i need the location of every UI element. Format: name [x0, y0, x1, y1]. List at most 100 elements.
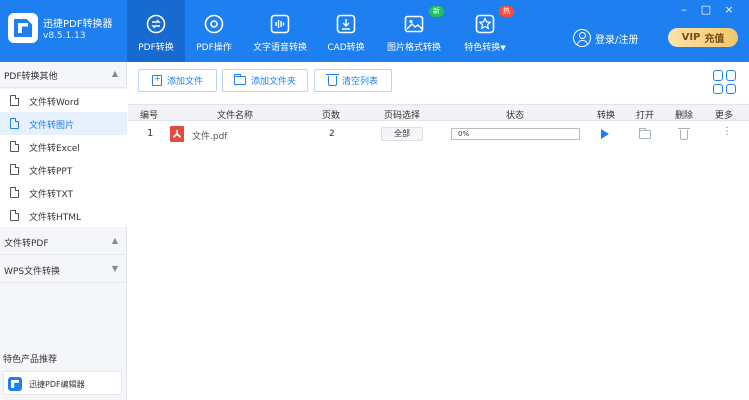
page-range-select[interactable]: 全部	[381, 127, 423, 141]
sidebar-item-to-excel[interactable]: 文件转Excel	[0, 135, 127, 158]
tab-cad-convert-label: CAD转换	[327, 43, 365, 53]
login-register-label: 登录/注册	[595, 34, 639, 46]
add-file-icon	[151, 74, 162, 86]
sidebar-item-to-ppt[interactable]: 文件转PPT	[0, 158, 127, 181]
restore-button[interactable]: □	[699, 4, 713, 16]
file-icon	[10, 164, 19, 175]
tab-featured-convert-label: 特色转换▼	[455, 40, 515, 53]
chevron-down-icon: ▼	[500, 44, 506, 52]
sidebar-group-title: PDF转换其他	[4, 72, 58, 82]
progress-text: 0%	[458, 130, 470, 138]
pdf-editor-icon	[8, 377, 22, 391]
column-header-delete: 删除	[674, 111, 694, 121]
recharge-label: 充值	[704, 34, 725, 45]
tab-cad-convert[interactable]: CAD转换	[319, 0, 373, 62]
swap-icon	[146, 14, 166, 34]
file-icon	[10, 118, 19, 129]
file-icon	[10, 95, 19, 106]
sidebar-group-file-to-pdf[interactable]: 文件转PDF ▲	[0, 229, 127, 255]
clear-list-button[interactable]: 清空列表	[314, 69, 392, 92]
row-file-name: 文件.pdf	[192, 132, 228, 142]
sidebar-item-to-txt[interactable]: 文件转TXT	[0, 181, 127, 204]
sidebar-item-to-html[interactable]: 文件转HTML	[0, 204, 127, 227]
audio-wave-icon	[270, 14, 290, 34]
top-bar: 迅捷PDF转换器 v8.5.1.13 PDF转换 PDF操作 文字语音转换 CA…	[0, 0, 749, 62]
star-icon	[475, 14, 495, 34]
sidebar-item-label: 文件转PPT	[29, 167, 73, 177]
folder-open-icon[interactable]	[639, 128, 651, 139]
close-button[interactable]: ×	[722, 4, 736, 16]
hot-badge: 热	[499, 6, 514, 17]
chevron-up-icon: ▲	[111, 69, 118, 78]
file-icon	[10, 210, 19, 221]
file-table-header: 编号 文件名称 页数 页码选择 状态 转换 打开 删除 更多	[128, 104, 749, 121]
sidebar-item-label: 文件转HTML	[29, 213, 82, 223]
tab-text-speech-label: 文字语音转换	[252, 43, 307, 53]
vip-recharge-button[interactable]: VIP 充值	[668, 28, 738, 47]
tab-featured-convert-text: 特色转换	[464, 43, 501, 53]
column-header-pages: 页数	[321, 111, 341, 121]
tab-image-format-label: 图片格式转换	[386, 43, 441, 53]
play-icon[interactable]	[601, 129, 609, 139]
tab-image-format[interactable]: 新 图片格式转换	[381, 0, 447, 62]
conversion-progress-bar: 0%	[451, 128, 580, 140]
app-logo-icon	[8, 13, 38, 43]
tab-pdf-operations[interactable]: PDF操作	[185, 0, 243, 62]
sidebar-item-to-image[interactable]: 文件转图片	[0, 112, 127, 135]
user-icon	[573, 29, 591, 47]
more-vertical-icon[interactable]: ⋮	[722, 127, 732, 137]
vip-label: VIP	[681, 32, 701, 43]
add-folder-button[interactable]: 添加文件夹	[222, 69, 308, 92]
sidebar: PDF转换其他 ▲ 文件转Word 文件转图片 文件转Excel 文件转PPT …	[0, 62, 127, 400]
sidebar-group-pdf-convert-other[interactable]: PDF转换其他 ▲	[0, 62, 127, 88]
clear-list-label: 清空列表	[341, 77, 378, 87]
new-badge: 新	[429, 6, 444, 17]
login-register-button[interactable]: 登录/注册	[573, 28, 638, 48]
trash-icon	[325, 73, 339, 86]
row-index: 1	[147, 128, 154, 139]
sidebar-item-label: 文件转TXT	[29, 190, 74, 200]
folder-icon	[233, 74, 246, 85]
pdf-icon	[170, 126, 184, 142]
add-folder-label: 添加文件夹	[250, 77, 296, 87]
featured-product-pdf-editor[interactable]: 迅捷PDF编辑器	[3, 371, 122, 395]
add-file-label: 添加文件	[166, 77, 203, 87]
tab-pdf-operations-label: PDF操作	[196, 43, 232, 53]
column-header-page-range: 页码选择	[383, 111, 421, 121]
tab-pdf-convert[interactable]: PDF转换	[127, 0, 185, 62]
gear-icon	[204, 14, 224, 34]
tab-pdf-convert-label: PDF转换	[138, 43, 174, 53]
column-header-more: 更多	[714, 111, 734, 121]
sidebar-item-label: 文件转Word	[29, 98, 80, 108]
minimize-button[interactable]: –	[677, 4, 691, 16]
sidebar-group-title: 文件转PDF	[4, 239, 49, 249]
sidebar-group-wps-convert[interactable]: WPS文件转换 ▼	[0, 257, 127, 283]
app-name: 迅捷PDF转换器	[43, 19, 113, 30]
sidebar-item-label: 文件转图片	[29, 121, 75, 131]
file-icon	[10, 141, 19, 152]
file-icon	[10, 187, 19, 198]
trash-icon[interactable]	[678, 128, 690, 140]
sidebar-item-to-word[interactable]: 文件转Word	[0, 89, 127, 112]
row-pages: 2	[329, 129, 335, 139]
column-header-status: 状态	[505, 111, 525, 121]
grid-layout-icon[interactable]	[713, 70, 737, 94]
chevron-up-icon: ▲	[111, 236, 118, 245]
featured-products-title: 特色产品推荐	[3, 355, 58, 365]
table-row: 1 文件.pdf 2 全部 0% ⋮	[128, 122, 749, 146]
column-header-convert: 转换	[596, 111, 616, 121]
chevron-down-icon: ▼	[111, 264, 118, 273]
column-header-file-name: 文件名称	[216, 111, 254, 121]
column-header-index: 编号	[139, 111, 159, 121]
add-file-button[interactable]: 添加文件	[138, 69, 217, 92]
image-icon	[404, 14, 424, 34]
sidebar-item-label: 文件转Excel	[29, 144, 80, 154]
featured-product-label: 迅捷PDF编辑器	[29, 380, 85, 389]
app-version: v8.5.1.13	[43, 31, 86, 41]
tab-featured-convert[interactable]: 热 特色转换▼	[455, 0, 515, 62]
tab-text-speech[interactable]: 文字语音转换	[247, 0, 313, 62]
column-header-open: 打开	[635, 111, 655, 121]
download-box-icon	[336, 14, 356, 34]
sidebar-group-title: WPS文件转换	[4, 267, 61, 277]
app-window: 迅捷PDF转换器 v8.5.1.13 PDF转换 PDF操作 文字语音转换 CA…	[0, 0, 749, 400]
